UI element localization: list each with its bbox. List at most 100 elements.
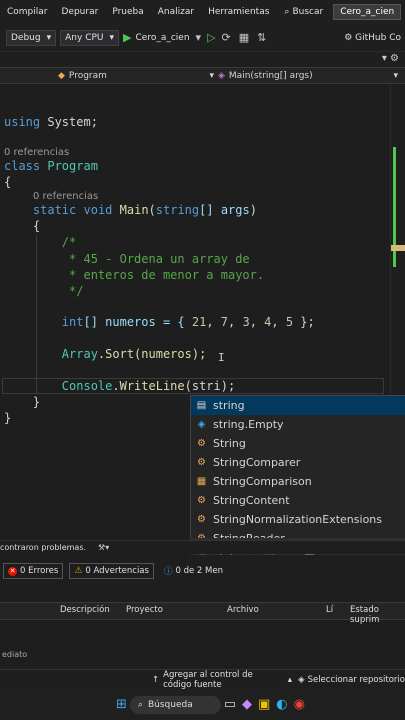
code-line-brace: { [32,219,41,233]
code-line-brace: { [4,175,12,189]
completion-item[interactable]: ⚙ StringComparer [191,453,405,472]
class-icon: ⚙ [197,514,206,525]
completion-label: StringNormalizationExtensions [213,513,383,526]
hot-reload-icon[interactable]: ⟳ [220,31,233,44]
chevron-down-icon[interactable]: ▾ [194,31,204,44]
class-icon: ⚙ [197,495,206,506]
column-file[interactable]: Archivo [227,605,259,615]
menu-compilar[interactable]: Compilar [0,7,55,17]
menu-prueba[interactable]: Prueba [105,7,150,17]
tools-icon[interactable]: ⚒▾ [98,543,109,552]
column-line[interactable]: Lí [326,605,333,615]
run-no-debug-icon[interactable]: ▷ [207,31,215,44]
chevron-down-icon: ▾ [109,32,115,43]
windows-start-icon[interactable]: ⊞ [116,697,127,712]
completion-item[interactable]: ⚙ StringContent [191,491,405,510]
class-icon: ⚙ [197,457,206,468]
column-description[interactable]: Descripción [60,605,110,615]
errors-filter[interactable]: ✕ 0 Errores [3,563,64,579]
menu-analizar[interactable]: Analizar [151,7,201,17]
chrome-icon[interactable]: ◉ [294,697,305,712]
field-icon: ◈ [197,419,206,430]
taskview-icon[interactable]: ▭ [224,697,236,712]
tab-strip: ▾ ⚙ [0,52,405,67]
messages-filter[interactable]: ⓘ 0 de 2 Men [160,563,227,579]
status-bar: ↑ Agregar al control de código fuente ▴ … [0,669,405,690]
completion-label: StringContent [213,494,290,507]
error-list-header: Descripción Proyecto Archivo Lí Estado s… [0,602,405,625]
references-codelens[interactable]: 0 referencias [33,191,98,202]
platform-dropdown[interactable]: Any CPU ▾ [60,29,120,46]
enum-icon: ▦ [196,476,207,487]
problems-status: contraron problemas. [0,543,87,552]
chevron-down-icon: ▾ [46,32,52,43]
taskbar-search[interactable]: ⌕ Búsqueda [129,695,221,714]
indent-guide [36,235,37,393]
method-icon: ◈ [218,70,225,81]
warnings-filter[interactable]: ⚠ 0 Advertencias [69,563,154,579]
completion-item[interactable]: ⚙ String [191,434,405,453]
code-comment: */ [61,284,84,298]
run-target[interactable]: Cero_a_cien [136,33,190,43]
search-box[interactable]: ⌕ Buscar [276,7,331,17]
member-navigation-dropdown[interactable]: ◈ Main(string[] args) ▾ [218,71,398,81]
completion-label: string [213,399,245,412]
edge-icon[interactable]: ◐ [276,697,287,712]
github-label: GitHub Co [355,32,401,43]
immediate-label: ediato [2,650,28,659]
search-icon: ⌕ [137,699,143,710]
toolbar-tool-icon[interactable]: ▦ [237,31,251,44]
code-comment: /* [61,235,77,249]
error-icon: ✕ [8,566,17,576]
github-icon: ⚙ [344,32,353,43]
menu-depurar[interactable]: Depurar [55,7,106,17]
code-comment: * 45 - Ordena un array de [61,252,250,266]
select-repository[interactable]: Seleccionar repositorio [308,675,405,685]
warning-icon: ⚠ [74,566,83,576]
keyword-icon: ▤ [196,400,207,411]
completion-label: String [213,437,246,450]
intellisense-list[interactable]: ▤ string ◈ string.Empty ⚙ String ⚙ StringCompar… [190,395,405,562]
menu-herramientas[interactable]: Herramientas [201,7,276,17]
tab-options-icon[interactable]: ▾ ⚙ [382,53,399,64]
store-icon[interactable]: ▣ [258,697,270,712]
completion-item[interactable]: ◈ string.Empty [191,415,405,434]
member-nav-label: Main(string[] args) [228,70,313,81]
code-line-using: using System; [4,115,98,129]
config-value: Debug [11,32,41,43]
scroll-thumb[interactable] [391,245,405,251]
immediate-window-tab[interactable]: ediato [0,650,405,668]
completion-item[interactable]: ⚙ StringNormalizationExtensions [191,510,405,529]
minimize-icon[interactable]: — [401,7,405,17]
text-cursor-icon: I [218,351,225,364]
column-project[interactable]: Proyecto [126,605,163,615]
info-icon: ⓘ [163,567,173,577]
navigation-bar: ◆ Program ▾ ◈ Main(string[] args) ▾ [0,67,405,84]
code-line-brace: } [32,395,41,409]
completion-item[interactable]: ▦ StringComparison [191,472,405,491]
references-codelens[interactable]: 0 referencias [4,147,69,158]
github-copilot-button[interactable]: ⚙ GitHub Co [344,33,405,43]
run-icon[interactable]: ▶ [123,31,131,44]
search-label: Buscar [292,7,324,17]
copilot-icon[interactable]: ◆ [242,697,252,712]
chevron-down-icon: ▾ [393,70,398,81]
repo-icon: ◈ [298,674,305,685]
class-nav-label: Program [68,70,107,81]
class-navigation-dropdown[interactable]: ◆ Program ▾ [58,71,218,81]
project-name[interactable]: Cero_a_cien [333,4,402,20]
error-list-pane: ✕ 0 Errores ⚠ 0 Advertencias ⓘ 0 de 2 Men D… [0,555,405,645]
code-comment: * enteros de menor a mayor. [61,268,265,282]
class-icon: ⚙ [197,438,206,449]
toolbar-tool-icon[interactable]: ⇅ [255,31,268,44]
completion-label: StringComparison [213,475,312,488]
editor-status-strip: contraron problemas. ⚒▾ [0,540,405,554]
config-dropdown[interactable]: Debug ▾ [6,29,57,46]
code-line-sort: Array.Sort(numeros); [61,347,207,361]
code-line-array-decl: int[] numeros = { 21, 7, 3, 4, 5 }; [61,315,315,329]
completion-item[interactable]: ▤ string [191,396,405,415]
add-source-control[interactable]: Agregar al control de código fuente [163,670,282,690]
code-line-main: static void Main(string[] args) [32,203,257,217]
column-suppression-state[interactable]: Estado suprim [350,605,405,625]
code-line-writeline: Console.WriteLine(stri); [61,379,236,393]
